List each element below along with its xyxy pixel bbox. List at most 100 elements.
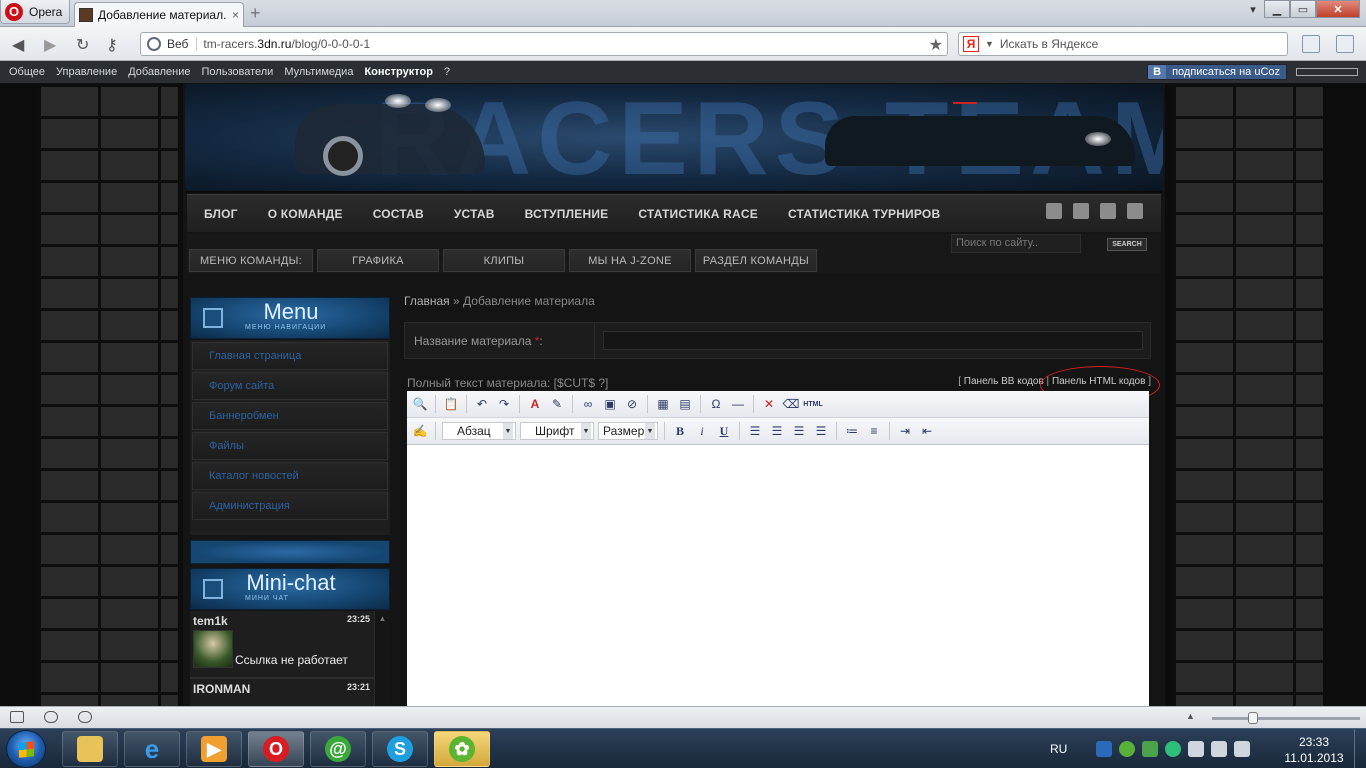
notepad-icon[interactable]	[1100, 203, 1116, 219]
taskbar-opera[interactable]: O	[248, 731, 304, 767]
team-menu-clips[interactable]: КЛИПЫ	[443, 249, 565, 272]
editor-text-area[interactable]	[407, 445, 1149, 706]
system-clock[interactable]: 23:33 11.01.2013	[1278, 734, 1350, 766]
bold-icon[interactable]: B	[671, 422, 689, 440]
taskbar-skype[interactable]: S	[372, 731, 428, 767]
panel-icon[interactable]	[1336, 35, 1354, 53]
maximize-button[interactable]: ▭	[1290, 0, 1316, 18]
side-menu-item-news[interactable]: Каталог новостей	[192, 462, 388, 490]
nav-item-roster[interactable]: СОСТАВ	[373, 207, 424, 221]
special-char-icon[interactable]: Ω	[707, 395, 725, 413]
edit-icon[interactable]: ✍	[411, 422, 429, 440]
chat-nick[interactable]: IRONMAN	[193, 682, 250, 696]
eraser-icon[interactable]: ⌫	[782, 395, 800, 413]
highlight-icon[interactable]: ✎	[548, 395, 566, 413]
unlink-icon[interactable]: ⊘	[623, 395, 641, 413]
zoom-slider-handle[interactable]	[1248, 712, 1258, 724]
site-search-button[interactable]: SEARCH	[1107, 238, 1147, 251]
close-window-button[interactable]: ✕	[1316, 0, 1360, 18]
taskbar-explorer[interactable]	[62, 731, 118, 767]
turbo-icon[interactable]	[78, 711, 92, 723]
table-edit-icon[interactable]: ▤	[676, 395, 694, 413]
bb-panel-link[interactable]: Панель BB кодов	[964, 376, 1044, 387]
ucoz-menu-constructor[interactable]: Конструктор	[364, 66, 432, 78]
align-right-icon[interactable]: ☰	[790, 422, 808, 440]
language-indicator[interactable]: RU	[1050, 742, 1067, 756]
new-tab-button[interactable]: +	[250, 4, 261, 22]
taskbar-ie[interactable]: e	[124, 731, 180, 767]
forward-arrow-icon[interactable]: ▶	[44, 35, 56, 55]
view-up-icon[interactable]: ▲	[1186, 711, 1195, 721]
side-menu-item-admins[interactable]: Администрация	[192, 492, 388, 520]
nav-item-about[interactable]: О КОМАНДЕ	[268, 207, 343, 221]
undo-icon[interactable]: ↶	[473, 395, 491, 413]
ucoz-bar-toggle[interactable]	[1296, 68, 1358, 76]
chat-scrollbar[interactable]: ▲	[374, 611, 390, 706]
side-menu-item-home[interactable]: Главная страница	[192, 342, 388, 370]
ucoz-menu-general[interactable]: Общее	[9, 66, 45, 78]
team-menu-team-section[interactable]: РАЗДЕЛ КОМАНДЫ	[695, 249, 817, 272]
nav-item-tournament-stats[interactable]: СТАТИСТИКА ТУРНИРОВ	[788, 207, 940, 221]
tray-app-icon[interactable]	[1096, 741, 1113, 757]
show-desktop-button[interactable]	[1354, 729, 1366, 768]
tab-active[interactable]: Добавление материал... ×	[74, 2, 244, 27]
tray-agent-icon[interactable]	[1142, 741, 1159, 757]
download-icon[interactable]	[1302, 35, 1320, 53]
network-icon[interactable]	[1211, 741, 1228, 757]
side-menu-item-forum[interactable]: Форум сайта	[192, 372, 388, 400]
redo-icon[interactable]: ↷	[495, 395, 513, 413]
nav-item-blog[interactable]: БЛОГ	[204, 207, 238, 221]
paste-icon[interactable]: 📋	[442, 395, 460, 413]
search-engine-dropdown-icon[interactable]: ▼	[985, 39, 994, 49]
underline-icon[interactable]: U	[715, 422, 733, 440]
key-icon[interactable]: ⚷	[106, 35, 118, 55]
yandex-search-input[interactable]: Я ▼ Искать в Яндексе	[958, 32, 1288, 56]
side-menu-item-banners[interactable]: Баннеробмен	[192, 402, 388, 430]
ucoz-menu-multimedia[interactable]: Мультимедиа	[284, 66, 353, 78]
numbered-list-icon[interactable]: ≔	[843, 422, 861, 440]
image-icon[interactable]: ▣	[601, 395, 619, 413]
ucoz-subscribe-button[interactable]: B подписаться на uCoz	[1147, 64, 1287, 80]
title-input[interactable]	[603, 331, 1143, 350]
panel-toggle-icon[interactable]	[10, 711, 24, 723]
outdent-icon[interactable]: ⇤	[918, 422, 936, 440]
html-source-icon[interactable]: HTML	[803, 395, 822, 413]
find-icon[interactable]: 🔍	[411, 395, 429, 413]
link-icon[interactable]: ∞	[579, 395, 597, 413]
ucoz-menu-manage[interactable]: Управление	[56, 66, 117, 78]
bookmark-star-icon[interactable]: ★	[929, 35, 943, 55]
paragraph-select[interactable]: Абзац ▼	[442, 422, 516, 440]
breadcrumb-home[interactable]: Главная	[404, 294, 450, 308]
login-icon[interactable]	[1073, 203, 1089, 219]
site-search-input[interactable]: Поиск по сайту..	[951, 234, 1081, 253]
align-justify-icon[interactable]: ☰	[812, 422, 830, 440]
text-color-icon[interactable]: A	[526, 395, 544, 413]
icq-tray-icon[interactable]	[1119, 741, 1136, 757]
ucoz-menu-users[interactable]: Пользователи	[202, 66, 274, 78]
nav-item-rules[interactable]: УСТАВ	[454, 207, 495, 221]
volume-icon[interactable]	[1234, 741, 1251, 757]
tab-list-chevron-icon[interactable]: ▾	[1242, 0, 1264, 18]
taskbar-mail-agent[interactable]: @	[310, 731, 366, 767]
opera-unite-icon[interactable]	[44, 711, 58, 723]
user-icon[interactable]	[1046, 203, 1062, 219]
zoom-slider[interactable]	[1212, 717, 1360, 720]
bullet-list-icon[interactable]: ≡	[865, 422, 883, 440]
opera-menu-button[interactable]: O Opera	[0, 0, 70, 24]
ucoz-help-icon[interactable]: ?	[444, 66, 450, 78]
side-menu-item-files[interactable]: Файлы	[192, 432, 388, 460]
align-center-icon[interactable]: ☰	[768, 422, 786, 440]
back-arrow-icon[interactable]: ◀	[12, 35, 24, 55]
tray-eye-icon[interactable]	[1165, 741, 1182, 757]
horizontal-rule-icon[interactable]: —	[729, 395, 747, 413]
url-input[interactable]: Веб tm-racers.3dn.ru/blog/0-0-0-0-1 ★	[140, 32, 948, 56]
team-menu-jzone[interactable]: МЫ НА J-ZONE	[569, 249, 691, 272]
taskbar-icq[interactable]: ✿	[434, 731, 490, 767]
ucoz-menu-add[interactable]: Добавление	[128, 66, 190, 78]
italic-icon[interactable]: i	[693, 422, 711, 440]
indent-icon[interactable]: ⇥	[896, 422, 914, 440]
taskbar-media-player[interactable]: ▶	[186, 731, 242, 767]
team-menu-graphics[interactable]: ГРАФИКА	[317, 249, 439, 272]
nav-item-race-stats[interactable]: СТАТИСТИКА RACE	[638, 207, 758, 221]
table-icon[interactable]: ▦	[654, 395, 672, 413]
